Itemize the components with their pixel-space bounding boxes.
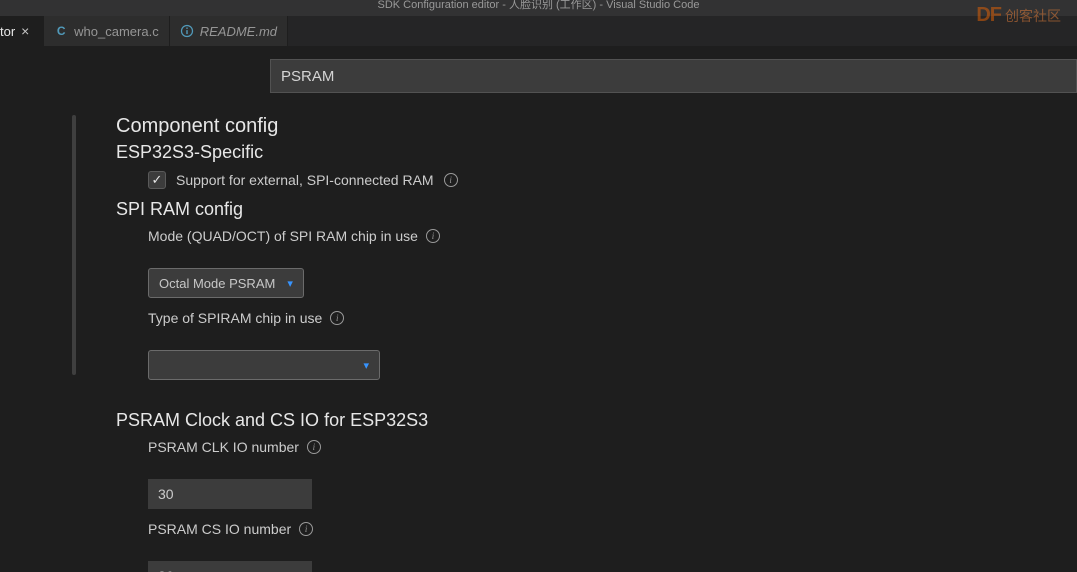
label-clk-io: PSRAM CLK IO number bbox=[148, 439, 299, 455]
row-clk-label: PSRAM CLK IO number i bbox=[148, 439, 1057, 455]
search-input[interactable] bbox=[270, 59, 1077, 93]
input-cs-io[interactable] bbox=[148, 561, 312, 572]
dropdown-mode[interactable]: Octal Mode PSRAM ▾ bbox=[148, 268, 304, 298]
section-esp32s3: ESP32S3-Specific bbox=[116, 142, 1057, 163]
info-icon[interactable]: i bbox=[444, 173, 458, 187]
tab-label: tor bbox=[0, 24, 15, 39]
tab-who-camera[interactable]: C who_camera.c bbox=[44, 16, 170, 46]
config-body: Component config ESP32S3-Specific ✓ Supp… bbox=[72, 115, 1057, 572]
c-file-icon: C bbox=[54, 24, 68, 38]
editor-area: Component config ESP32S3-Specific ✓ Supp… bbox=[0, 47, 1077, 572]
info-file-icon bbox=[180, 24, 194, 38]
section-component-config: Component config bbox=[116, 115, 1057, 138]
section-spi-ram: SPI RAM config bbox=[116, 199, 1057, 220]
tab-label: who_camera.c bbox=[74, 24, 159, 39]
row-cs-label: PSRAM CS IO number i bbox=[148, 521, 1057, 537]
tab-sdk-config[interactable]: tor × bbox=[0, 16, 44, 46]
dropdown-value: Octal Mode PSRAM bbox=[159, 276, 275, 291]
label-type: Type of SPIRAM chip in use bbox=[148, 310, 322, 326]
chevron-down-icon: ▾ bbox=[363, 359, 369, 372]
label-mode: Mode (QUAD/OCT) of SPI RAM chip in use bbox=[148, 228, 418, 244]
config-content: Component config ESP32S3-Specific ✓ Supp… bbox=[116, 115, 1057, 572]
tab-label: README.md bbox=[200, 24, 277, 39]
window-title: SDK Configuration editor - 人脸识别 (工作区) - … bbox=[378, 0, 700, 12]
input-clk-io[interactable] bbox=[148, 479, 312, 509]
row-type-label: Type of SPIRAM chip in use i bbox=[148, 310, 1057, 326]
info-icon[interactable]: i bbox=[426, 229, 440, 243]
dropdown-type[interactable]: ▾ bbox=[148, 350, 380, 380]
label-cs-io: PSRAM CS IO number bbox=[148, 521, 291, 537]
section-psram-io: PSRAM Clock and CS IO for ESP32S3 bbox=[116, 410, 1057, 431]
info-icon[interactable]: i bbox=[299, 522, 313, 536]
row-ext-ram: ✓ Support for external, SPI-connected RA… bbox=[148, 171, 1057, 189]
info-icon[interactable]: i bbox=[330, 311, 344, 325]
title-bar: SDK Configuration editor - 人脸识别 (工作区) - … bbox=[0, 0, 1077, 16]
search-wrap bbox=[270, 59, 1077, 93]
section-indicator bbox=[72, 115, 76, 375]
tab-bar: tor × C who_camera.c README.md bbox=[0, 16, 1077, 47]
tab-readme[interactable]: README.md bbox=[170, 16, 288, 46]
chevron-down-icon: ▾ bbox=[287, 277, 293, 290]
info-icon[interactable]: i bbox=[307, 440, 321, 454]
close-icon[interactable]: × bbox=[21, 24, 35, 38]
checkbox-ext-ram[interactable]: ✓ bbox=[148, 171, 166, 189]
row-mode-label: Mode (QUAD/OCT) of SPI RAM chip in use i bbox=[148, 228, 1057, 244]
label-ext-ram: Support for external, SPI-connected RAM bbox=[176, 172, 434, 188]
